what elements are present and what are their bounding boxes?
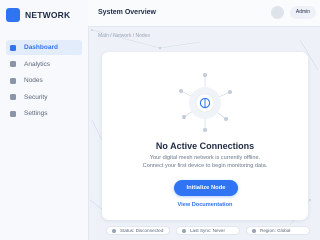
breadcrumb: Main / Network / Nodes [98,33,150,39]
status-chip-connection: Status: Disconnected [106,226,170,235]
sidebar: NETWORK Dashboard Analytics Nodes Securi… [0,0,89,240]
nodes-icon [10,77,16,84]
empty-state-description-line: Connect your first device to begin monit… [142,162,268,169]
status-chip-region: Region: Global [246,226,310,235]
status-dot-icon [112,228,116,233]
brand-name: NETWORK [25,10,71,20]
sidebar-nav: Dashboard Analytics Nodes Security Setti… [6,40,82,123]
sidebar-item-settings[interactable]: Settings [6,106,82,121]
sidebar-item-dashboard[interactable]: Dashboard [6,40,82,55]
sidebar-item-label: Settings [24,110,48,117]
avatar[interactable] [271,6,284,19]
user-menu-button[interactable]: Admin [290,6,316,19]
status-text: Status: Disconnected [120,228,164,233]
status-chip-last-sync: Last Sync: Never [176,226,240,235]
mesh-network-icon [179,73,232,132]
status-text: Region: Global [260,228,291,233]
security-icon [10,94,16,100]
sidebar-item-label: Nodes [24,77,43,84]
top-bar: System Overview Admin [88,0,320,27]
empty-state-card: No Active Connections Your digital mesh … [102,52,308,220]
sidebar-item-analytics[interactable]: Analytics [6,57,82,72]
page-title: System Overview [98,9,156,16]
sidebar-item-nodes[interactable]: Nodes [6,73,82,88]
empty-state-title: No Active Connections [155,141,255,151]
sidebar-item-label: Dashboard [24,44,58,51]
status-text: Last Sync: Never [190,228,225,233]
dashboard-icon [10,44,16,51]
brand-logo-icon [6,8,20,22]
brand[interactable]: NETWORK [6,8,70,22]
sidebar-item-label: Security [24,93,48,101]
sidebar-item-label: Analytics [24,60,51,68]
analytics-icon [10,61,16,67]
status-dot-icon [182,228,186,233]
view-documentation-link[interactable]: View Documentation [102,202,308,208]
empty-state-description-line: Your digital mesh network is currently o… [149,155,261,161]
settings-icon [10,110,16,117]
status-dot-icon [252,228,256,233]
initialize-node-button[interactable]: Initialize Node [174,180,238,196]
empty-state-description: Your digital mesh network is currently o… [117,155,293,170]
sidebar-item-security[interactable]: Security [6,90,82,105]
